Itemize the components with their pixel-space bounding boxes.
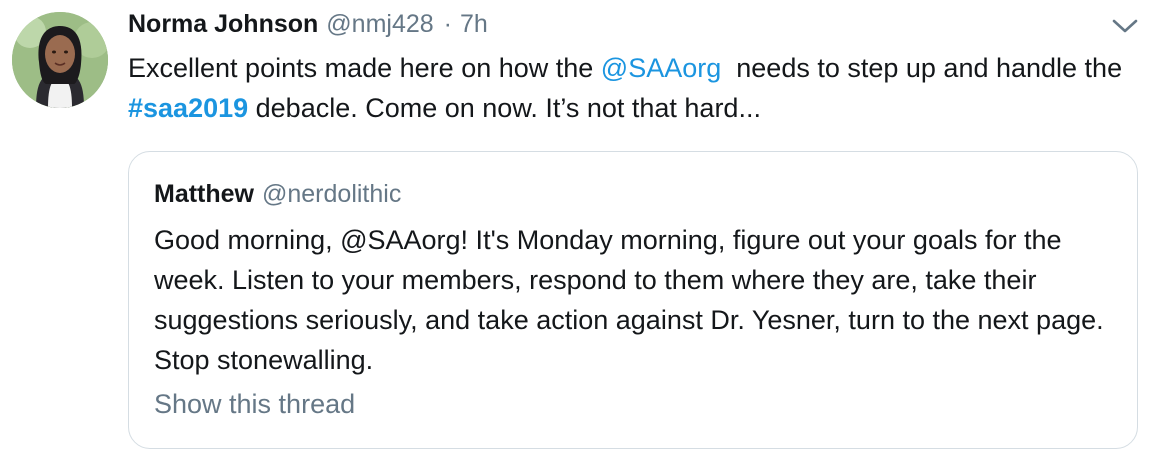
tweet-header: Norma Johnson @nmj428 · 7h	[128, 10, 488, 44]
tweet-text-part: needs to step up and handle the	[721, 53, 1130, 83]
tweet-timestamp[interactable]: 7h	[460, 10, 488, 39]
chevron-down-icon[interactable]	[1110, 14, 1140, 38]
separator-dot: ·	[443, 10, 452, 38]
mention-link[interactable]: @SAAorg	[601, 53, 721, 83]
hashtag-link[interactable]: #saa2019	[128, 93, 248, 123]
quoted-author-name: Matthew	[154, 180, 254, 208]
quoted-tweet-text: Good morning, @SAAorg! It's Monday morni…	[154, 225, 1104, 375]
tweet-text-part: Excellent points made here on how the	[128, 53, 601, 83]
avatar[interactable]	[12, 12, 108, 108]
quoted-author-handle: @nerdolithic	[262, 180, 402, 208]
quoted-tweet-header: Matthew @nerdolithic	[154, 180, 401, 209]
tweet-text: Excellent points made here on how the @S…	[128, 48, 1128, 128]
author-name[interactable]: Norma Johnson	[128, 10, 318, 39]
tweet: Norma Johnson @nmj428 · 7h Excellent poi…	[0, 0, 1154, 458]
author-handle[interactable]: @nmj428	[326, 10, 433, 39]
avatar-photo	[12, 12, 108, 108]
tweet-text-part: debacle. Come on now. It’s not that hard…	[248, 93, 761, 123]
quoted-tweet-card[interactable]: Matthew @nerdolithic Good morning, @SAAo…	[128, 151, 1138, 449]
show-thread-link[interactable]: Show this thread	[154, 389, 355, 420]
